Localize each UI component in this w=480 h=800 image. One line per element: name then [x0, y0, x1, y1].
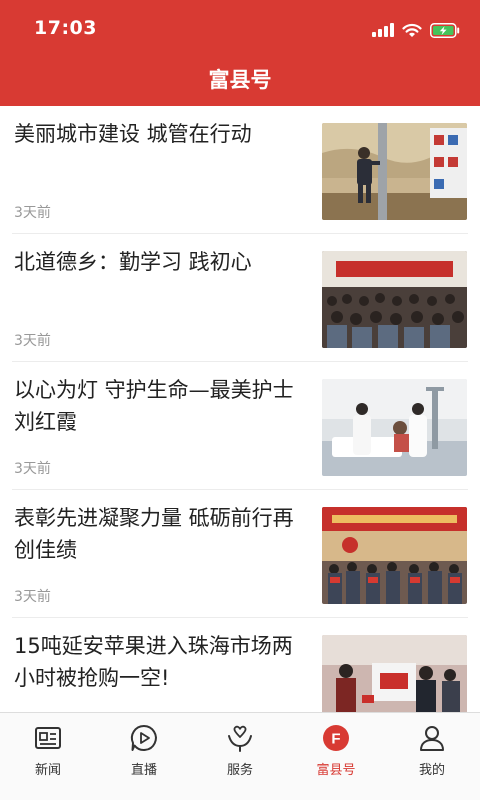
tab-live[interactable]: 直播 [96, 713, 192, 800]
news-item[interactable]: 美丽城市建设 城管在行动 3天前 [0, 106, 480, 234]
news-thumbnail[interactable] [322, 507, 467, 604]
signal-icon [372, 23, 394, 37]
status-icons [372, 20, 460, 40]
news-thumbnail[interactable] [322, 379, 467, 476]
fuxian-icon-badge: F [331, 731, 340, 748]
app-header: 17:03 富县号 [0, 0, 480, 106]
news-title[interactable]: 15吨延安苹果进入珠海市场两小时被抢购一空! [14, 630, 304, 694]
play-icon [130, 724, 157, 751]
tab-label: 服务 [226, 763, 253, 778]
news-title[interactable]: 北道德乡：勤学习 践初心 [14, 246, 304, 278]
tab-label: 富县号 [316, 763, 356, 778]
service-icon [228, 725, 252, 752]
tab-service[interactable]: 服务 [192, 713, 288, 800]
newspaper-icon [35, 727, 61, 749]
bottom-tab-bar: 新闻 直播 服务 F 富县号 我的 [0, 712, 480, 800]
news-item[interactable]: 15吨延安苹果进入珠海市场两小时被抢购一空! [0, 618, 480, 712]
page-title: 富县号 [208, 68, 272, 92]
news-time: 3天前 [14, 205, 51, 221]
news-title[interactable]: 美丽城市建设 城管在行动 [14, 118, 304, 150]
news-item[interactable]: 北道德乡：勤学习 践初心 3天前 [0, 234, 480, 362]
tab-label: 我的 [418, 763, 445, 778]
tab-fuxian[interactable]: F 富县号 [288, 713, 384, 800]
news-title[interactable]: 表彰先进凝聚力量 砥砺前行再创佳绩 [14, 502, 304, 566]
news-feed[interactable]: 美丽城市建设 城管在行动 3天前 北道德乡：勤学习 践初心 3天前 以心为灯 守… [0, 106, 480, 712]
news-time: 3天前 [14, 589, 51, 605]
tab-label: 直播 [130, 763, 157, 778]
tab-mine[interactable]: 我的 [384, 713, 480, 800]
fuxian-icon: F [323, 725, 349, 751]
status-time: 17:03 [34, 17, 97, 39]
news-time: 3天前 [14, 461, 51, 477]
news-item[interactable]: 表彰先进凝聚力量 砥砺前行再创佳绩 3天前 [0, 490, 480, 618]
tab-news[interactable]: 新闻 [0, 713, 96, 800]
news-thumbnail[interactable] [322, 123, 467, 220]
status-bar: 17:03 [0, 0, 480, 58]
news-title[interactable]: 以心为灯 守护生命—最美护士刘红霞 [14, 374, 304, 438]
tab-label: 新闻 [34, 763, 61, 778]
wifi-icon [402, 23, 422, 37]
news-thumbnail[interactable] [322, 635, 467, 712]
news-time: 3天前 [14, 333, 51, 349]
user-icon [420, 726, 444, 751]
news-item[interactable]: 以心为灯 守护生命—最美护士刘红霞 3天前 [0, 362, 480, 490]
battery-charging-icon [430, 22, 460, 38]
news-thumbnail[interactable] [322, 251, 467, 348]
